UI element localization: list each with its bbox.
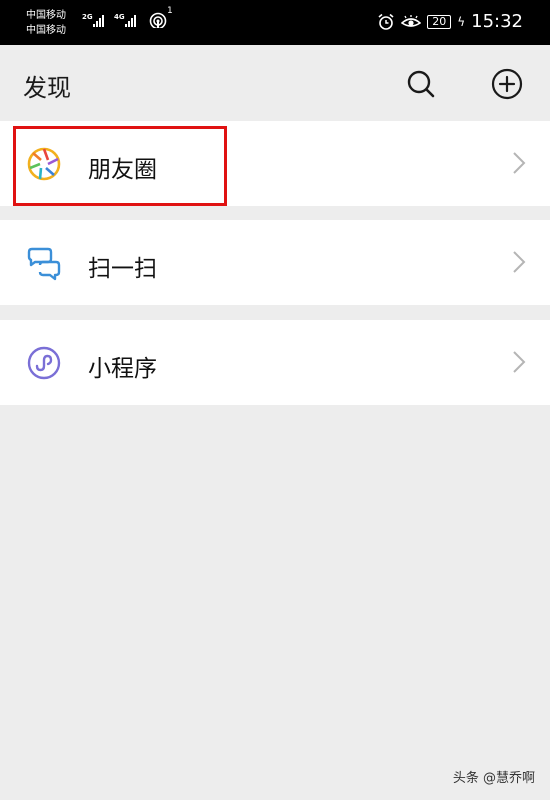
menu-item-scan[interactable]: 扫一扫 bbox=[0, 220, 550, 305]
signal-icon-2 bbox=[125, 15, 136, 27]
menu-item-label: 扫一扫 bbox=[88, 256, 157, 282]
chevron-right-icon bbox=[513, 251, 526, 273]
chevron-right-icon bbox=[513, 152, 526, 174]
clock: 15:32 bbox=[471, 11, 523, 32]
alarm-icon bbox=[378, 13, 394, 30]
add-button[interactable] bbox=[490, 67, 524, 101]
app-header: 发现 bbox=[0, 45, 550, 120]
page-title: 发现 bbox=[23, 74, 71, 102]
menu-item-mini-programs[interactable]: 小程序 bbox=[0, 320, 550, 405]
hotspot-count: 1 bbox=[167, 6, 173, 16]
add-icon bbox=[491, 68, 523, 100]
network-type-1: 2G bbox=[82, 13, 93, 21]
chevron-right-icon bbox=[513, 351, 526, 373]
menu-item-label: 小程序 bbox=[88, 356, 157, 382]
network-type-2: 4G bbox=[114, 13, 125, 21]
battery-level: 20 bbox=[427, 14, 452, 29]
search-icon bbox=[407, 70, 435, 98]
watermark: 头条 @慧乔啊 bbox=[452, 771, 535, 786]
highlight-box bbox=[13, 126, 227, 206]
carrier-2: 中国移动 bbox=[26, 25, 66, 36]
eye-comfort-icon bbox=[401, 14, 422, 27]
hotspot-icon bbox=[149, 12, 167, 28]
charging-icon: ϟ bbox=[457, 14, 466, 29]
search-button[interactable] bbox=[404, 67, 438, 101]
mini-program-icon bbox=[27, 346, 61, 380]
scan-icon bbox=[27, 247, 61, 281]
signal-icon-1 bbox=[93, 15, 104, 27]
status-bar: 中国移动 中国移动 2G 4G 1 20 ϟ 15:32 bbox=[0, 0, 550, 45]
carrier-1: 中国移动 bbox=[26, 10, 66, 21]
